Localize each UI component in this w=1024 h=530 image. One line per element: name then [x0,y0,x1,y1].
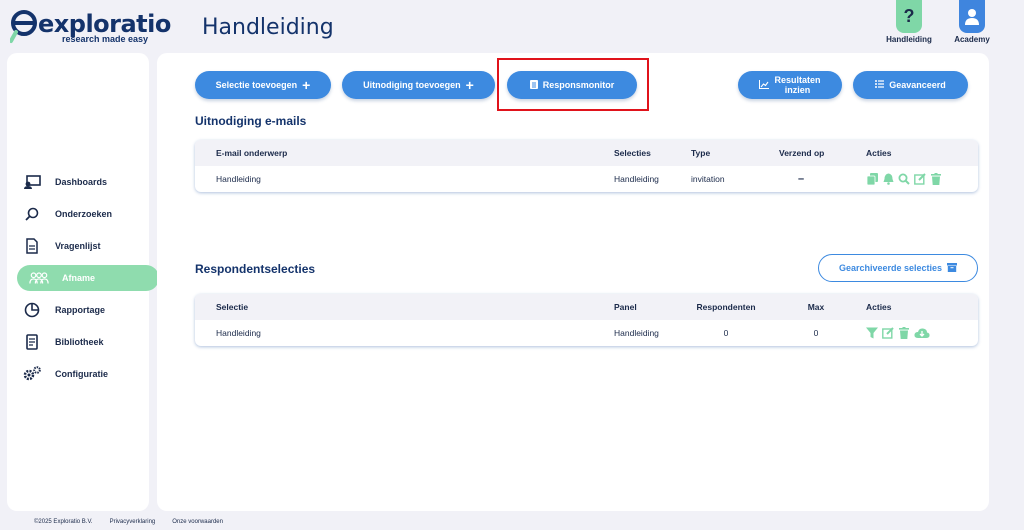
selection-panel: Handleiding [614,328,659,338]
terms-link[interactable]: Onze voorwaarden [172,519,223,525]
view-results-label-line1: Resultaten [774,75,821,85]
edit-icon[interactable] [882,327,894,339]
dashboard-icon [22,174,42,190]
archived-selections-label: Gearchiveerde selecties [838,263,943,273]
add-invitation-button[interactable]: Uitnodiging toevoegen + [342,71,495,99]
trash-icon[interactable] [930,173,942,185]
table-row[interactable]: Handleiding Handleiding invitation – [195,166,978,192]
user-icon [959,0,985,33]
edit-icon[interactable] [914,173,926,185]
table-header: Selectie Panel Respondenten Max Acties [195,294,978,320]
sidebar-item-label: Afname [62,273,96,283]
plus-icon: + [302,77,311,93]
sidebar-item-vragenlijst[interactable]: Vragenlijst [10,233,152,259]
sidebar-item-label: Bibliotheek [55,337,104,347]
add-invitation-label: Uitnodiging toevoegen [363,80,461,90]
list-icon [875,80,885,90]
help-button[interactable]: ? Handleiding [884,0,934,44]
selection-respondents: 0 [723,328,729,338]
sidebar-item-onderzoeken[interactable]: Onderzoeken [10,201,152,227]
users-icon [29,270,49,286]
invitations-table: E-mail onderwerp Selecties Type Verzend … [195,140,978,192]
sidebar-item-configuratie[interactable]: Configuratie [10,361,152,387]
copy-icon[interactable] [866,173,878,185]
selection-name: Handleiding [216,328,261,338]
sidebar-item-afname[interactable]: Afname [17,265,159,291]
pie-chart-icon [22,302,42,318]
sidebar-item-label: Configuratie [55,369,108,379]
sidebar-item-label: Dashboards [55,177,108,187]
chart-icon [759,79,770,91]
table-row[interactable]: Handleiding Handleiding 0 0 [195,320,978,346]
table-header: E-mail onderwerp Selecties Type Verzend … [195,140,978,166]
footer: ©2025 Exploratio B.V. Privacyverklaring … [34,519,223,525]
add-selection-label: Selectie toevoegen [215,80,298,90]
column-header: Selecties [614,148,651,158]
academy-button[interactable]: Academy [947,0,997,44]
privacy-link[interactable]: Privacyverklaring [110,519,156,525]
search-icon [22,206,42,222]
document-icon [22,238,42,254]
advanced-label: Geavanceerd [889,80,946,90]
email-subject: Handleiding [216,174,261,184]
column-header: Selectie [216,302,249,312]
help-label: Handleiding [886,35,932,44]
trash-icon[interactable] [898,327,910,339]
row-actions [866,320,930,346]
selection-max: 0 [813,328,819,338]
question-icon: ? [896,0,922,33]
bell-icon[interactable] [882,173,894,185]
brand-logo[interactable]: exploratio research made easy [10,8,171,46]
add-selection-button[interactable]: Selectie toevoegen + [195,71,331,99]
plus-icon: + [465,77,474,93]
column-header: Acties [866,148,892,158]
sidebar-item-bibliotheek[interactable]: Bibliotheek [10,329,152,355]
academy-label: Academy [954,35,990,44]
archived-selections-button[interactable]: Gearchiveerde selecties [818,254,978,282]
highlight-box [497,58,649,111]
row-actions [866,166,942,192]
column-header: Type [691,148,711,158]
filter-icon[interactable] [866,327,878,339]
invitations-title: Uitnodiging e-mails [195,114,307,128]
column-header: Acties [866,302,892,312]
advanced-button[interactable]: Geavanceerd [853,71,968,99]
sidebar-item-label: Onderzoeken [55,209,113,219]
column-header: E-mail onderwerp [216,148,288,158]
selections-title: Respondentselecties [195,262,316,276]
gears-icon [22,366,42,382]
view-results-button[interactable]: Resultaten inzien [738,71,842,99]
email-selections: Handleiding [614,174,659,184]
cloud-download-icon[interactable] [914,327,930,339]
copyright-text: ©2025 Exploratio B.V. [34,519,93,525]
column-header: Max [807,302,825,312]
page-title: Handleiding [202,15,334,40]
sidebar-item-rapportage[interactable]: Rapportage [10,297,152,323]
column-header: Verzend op [779,148,825,158]
selections-table: Selectie Panel Respondenten Max Acties H… [195,294,978,346]
archive-icon [947,262,958,274]
view-results-label-line2: inzien [784,85,811,95]
sidebar-item-label: Vragenlijst [55,241,101,251]
column-header: Respondenten [696,302,756,312]
column-header: Panel [614,302,637,312]
email-send-on: – [797,173,805,185]
sidebar-item-label: Rapportage [55,305,106,315]
search-icon[interactable] [898,173,910,185]
book-icon [22,334,42,350]
logo-mark-icon [10,10,37,43]
brand-tagline: research made easy [62,34,149,44]
email-type: invitation [691,174,725,184]
sidebar-item-dashboards[interactable]: Dashboards [10,169,152,195]
